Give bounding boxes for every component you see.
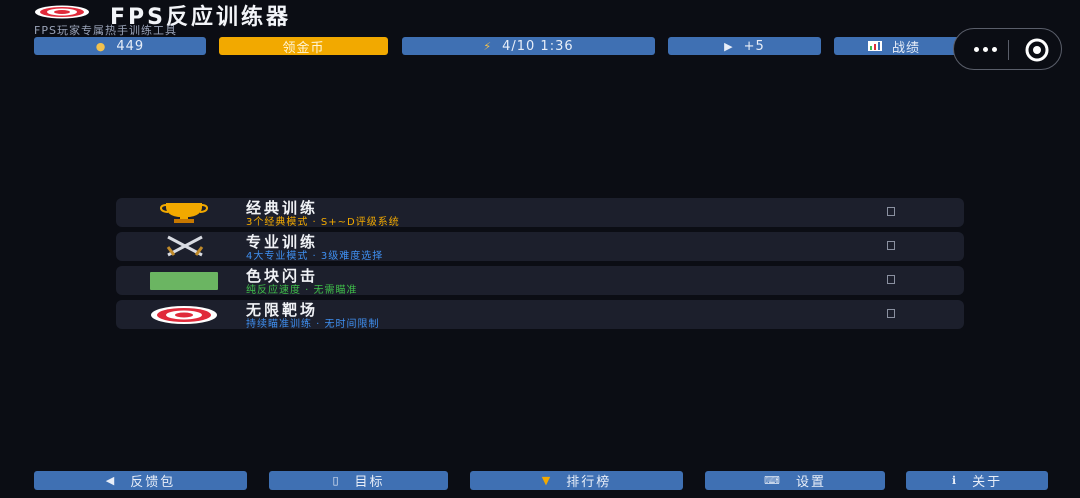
settings-button[interactable]: ⌨ 设置: [705, 471, 885, 490]
mode-card-pro[interactable]: 专业训练 4大专业模式 · 3级难度选择: [116, 232, 964, 262]
mode-description: 3个经典模式 · S+~D评级系统: [246, 217, 400, 228]
about-button[interactable]: ℹ 关于: [906, 471, 1048, 490]
speaker-icon: ◀: [105, 474, 117, 487]
coins-value: 449: [116, 38, 145, 54]
mode-card-classic[interactable]: 经典训练 3个经典模式 · S+~D评级系统: [116, 198, 964, 228]
energy-value: 4/10 1:36: [502, 38, 574, 54]
bar-chart-icon: [868, 41, 882, 51]
crossed-swords-icon: [166, 235, 204, 257]
miniprogram-capsule: [953, 28, 1062, 70]
stats-label: 战绩: [892, 40, 921, 56]
more-dots-icon[interactable]: [974, 47, 997, 52]
green-block-icon: [150, 272, 218, 290]
settings-label: 设置: [795, 475, 826, 490]
lightning-icon: ⚡: [483, 39, 493, 53]
book-icon: ▯: [332, 474, 341, 487]
about-label: 关于: [972, 475, 1003, 490]
info-icon: ℹ: [951, 474, 959, 487]
mode-description: 持续瞄准训练 · 无时间限制: [246, 319, 380, 330]
energy-status[interactable]: ⚡ 4/10 1:36: [402, 37, 655, 55]
mode-card-infinite-range[interactable]: 无限靶场 持续瞄准训练 · 无时间限制: [116, 300, 964, 330]
money-bag-icon: ●: [95, 39, 107, 53]
mode-description: 4大专业模式 · 3级难度选择: [246, 251, 384, 262]
mode-select-box[interactable]: [887, 309, 895, 318]
feedback-button[interactable]: ◀ 反馈包: [34, 471, 247, 490]
mode-select-box[interactable]: [887, 241, 895, 250]
watch-video-button[interactable]: ▶ +5: [668, 37, 821, 55]
capsule-divider: [1008, 40, 1009, 60]
target-icon: [151, 306, 217, 324]
keyboard-icon: ⌨: [764, 474, 782, 487]
mode-select-box[interactable]: [887, 275, 895, 284]
goals-button[interactable]: ▯ 目标: [269, 471, 448, 490]
mode-select-box[interactable]: [887, 207, 895, 216]
trophy-icon: ▼: [541, 474, 553, 487]
leaderboard-button[interactable]: ▼ 排行榜: [470, 471, 683, 490]
play-icon: ▶: [724, 39, 734, 53]
app-subtitle: FPS玩家专属热手训练工具: [34, 24, 177, 37]
video-reward-value: +5: [743, 38, 765, 54]
goals-label: 目标: [354, 475, 385, 490]
claim-coins-label: 领金币: [282, 40, 325, 56]
trophy-icon: [160, 203, 208, 223]
claim-coins-button[interactable]: 领金币: [219, 37, 388, 56]
close-target-icon[interactable]: [1024, 37, 1050, 63]
mode-card-color-flash[interactable]: 色块闪击 纯反应速度 · 无需瞄准: [116, 266, 964, 296]
leaderboard-label: 排行榜: [566, 475, 612, 490]
coins-balance[interactable]: ● 449: [34, 37, 206, 55]
feedback-label: 反馈包: [130, 475, 176, 490]
mode-description: 纯反应速度 · 无需瞄准: [246, 285, 358, 296]
target-logo-icon: [35, 5, 89, 19]
app-header: FPS反应训练器 FPS玩家专属热手训练工具: [34, 2, 734, 37]
